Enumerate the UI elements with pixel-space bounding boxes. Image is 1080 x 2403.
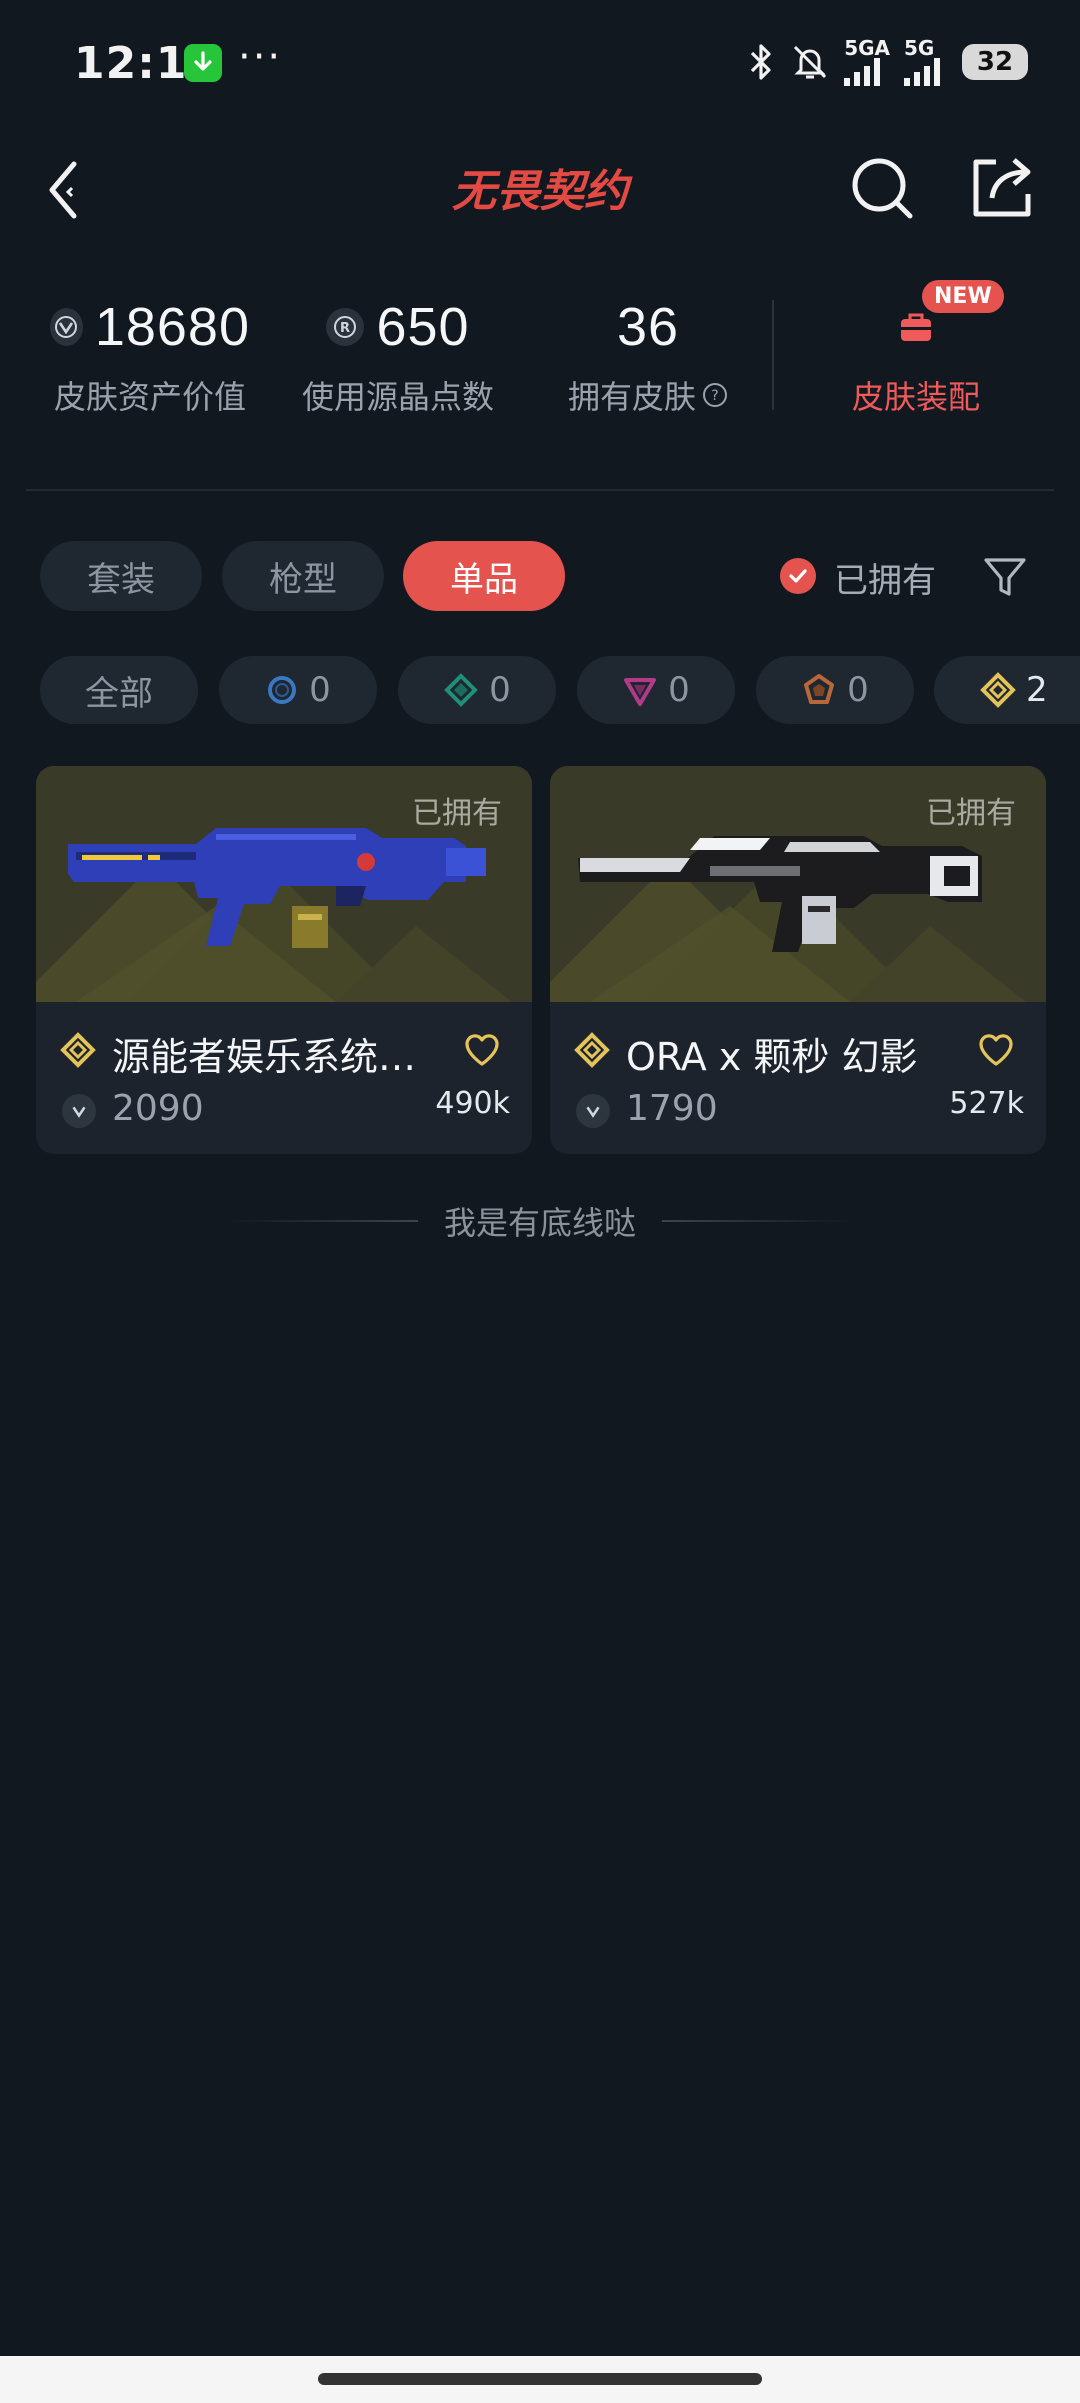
vp-icon — [50, 308, 83, 346]
loadout-label: 皮肤装配 — [851, 378, 980, 416]
search-icon — [852, 158, 913, 219]
search-button[interactable] — [848, 154, 918, 224]
ultra-tier-icon — [980, 672, 1016, 708]
skin-name: ORA x 颗秒 幻影 — [626, 1035, 918, 1079]
stat-value: 36 — [616, 297, 680, 357]
app-logo: 无畏契约 — [452, 166, 633, 217]
signal-bars-icon — [844, 58, 881, 86]
divider-line — [227, 1220, 418, 1222]
tier-count: 2 — [1026, 670, 1048, 710]
ultra-tier-icon — [574, 1032, 610, 1068]
skin-image: 已拥有 — [36, 766, 532, 1002]
check-icon — [789, 569, 807, 583]
end-of-list-text: 我是有底线哒 — [443, 1204, 636, 1242]
more-notifications-icon: ··· — [238, 34, 283, 80]
stat-skin-value: 18680 皮肤资产价值 — [50, 292, 250, 418]
filter-button[interactable] — [980, 552, 1030, 602]
tier-label: 全部 — [85, 673, 153, 714]
back-button[interactable] — [36, 150, 96, 230]
stat-radianite: R 650 使用源晶点数 — [298, 292, 498, 418]
signal-bars-icon — [904, 58, 940, 86]
share-button[interactable] — [966, 152, 1038, 224]
mute-bell-icon — [794, 45, 827, 79]
deluxe-tier-icon — [444, 673, 479, 707]
owned-tag: 已拥有 — [412, 796, 502, 831]
help-icon[interactable]: ? — [702, 382, 728, 408]
like-count: 490k — [435, 1086, 510, 1121]
select-tier-icon — [268, 676, 297, 704]
ultra-tier-icon — [60, 1032, 96, 1068]
vp-icon — [576, 1094, 610, 1128]
bluetooth-icon — [751, 44, 771, 80]
skin-price: 1790 — [626, 1088, 718, 1129]
owned-filter-label[interactable]: 已拥有 — [834, 553, 936, 602]
tier-count: 0 — [489, 670, 511, 710]
owned-tag: 已拥有 — [926, 796, 1016, 831]
tab-bundles[interactable]: 套装 — [40, 541, 202, 611]
share-icon — [973, 158, 1031, 217]
skin-card[interactable]: 已拥有 源能者娱乐系统… 2090 490k — [36, 766, 532, 1154]
tier-all[interactable]: 全部 — [40, 656, 198, 724]
loadout-bag-icon — [900, 313, 932, 341]
back-arrow-icon — [49, 161, 77, 219]
download-icon — [184, 44, 222, 82]
stat-label: 皮肤资产价值 — [53, 378, 246, 416]
skin-image: 已拥有 — [550, 766, 1046, 1002]
skin-price: 2090 — [112, 1088, 204, 1129]
skin-card[interactable]: 已拥有 ORA x 颗秒 幻影 1790 527k — [550, 766, 1046, 1154]
stat-value: 650 — [376, 297, 470, 357]
status-icons: 5GA 5G 32 — [746, 38, 1028, 86]
battery-indicator: 32 — [962, 44, 1028, 80]
tier-deluxe[interactable]: 0 — [398, 656, 556, 724]
tab-single-items[interactable]: 单品 — [403, 541, 565, 611]
like-count: 527k — [949, 1086, 1024, 1121]
radianite-icon: R — [326, 308, 365, 346]
stat-value: 18680 — [94, 297, 250, 357]
favorite-heart-icon[interactable] — [462, 1030, 502, 1070]
stat-label: 拥有皮肤 — [567, 378, 696, 416]
owned-checkbox[interactable] — [780, 558, 816, 594]
svg-text:R: R — [340, 321, 350, 336]
home-gesture-bar[interactable] — [318, 2373, 762, 2385]
filter-icon — [984, 558, 1026, 596]
tier-count: 0 — [309, 670, 331, 710]
tier-exclusive[interactable]: 0 — [756, 656, 914, 724]
section-divider — [26, 489, 1054, 491]
new-badge: NEW — [922, 280, 1004, 313]
stats-divider — [772, 300, 774, 410]
tier-select[interactable]: 0 — [219, 656, 377, 724]
tier-premium[interactable]: 0 — [577, 656, 735, 724]
favorite-heart-icon[interactable] — [976, 1030, 1016, 1070]
signal-1: 5GA — [844, 38, 890, 86]
stat-owned-skins[interactable]: 36 拥有皮肤 ? — [548, 292, 748, 418]
tier-count: 0 — [668, 670, 690, 710]
divider-line — [662, 1220, 852, 1222]
tab-weapon-type[interactable]: 枪型 — [222, 541, 384, 611]
skin-name: 源能者娱乐系统… — [112, 1035, 417, 1079]
tier-ultra[interactable]: 2 — [934, 656, 1080, 724]
end-of-list-indicator: 我是有底线哒 — [0, 1198, 1080, 1244]
exclusive-tier-icon — [804, 674, 835, 704]
vp-icon — [62, 1094, 96, 1128]
svg-text:?: ? — [711, 388, 718, 404]
stat-label: 使用源晶点数 — [301, 378, 494, 416]
tier-count: 0 — [847, 670, 869, 710]
premium-tier-icon — [624, 678, 657, 706]
logo-text: 无畏契约 — [452, 166, 633, 217]
signal-2: 5G — [904, 38, 948, 86]
